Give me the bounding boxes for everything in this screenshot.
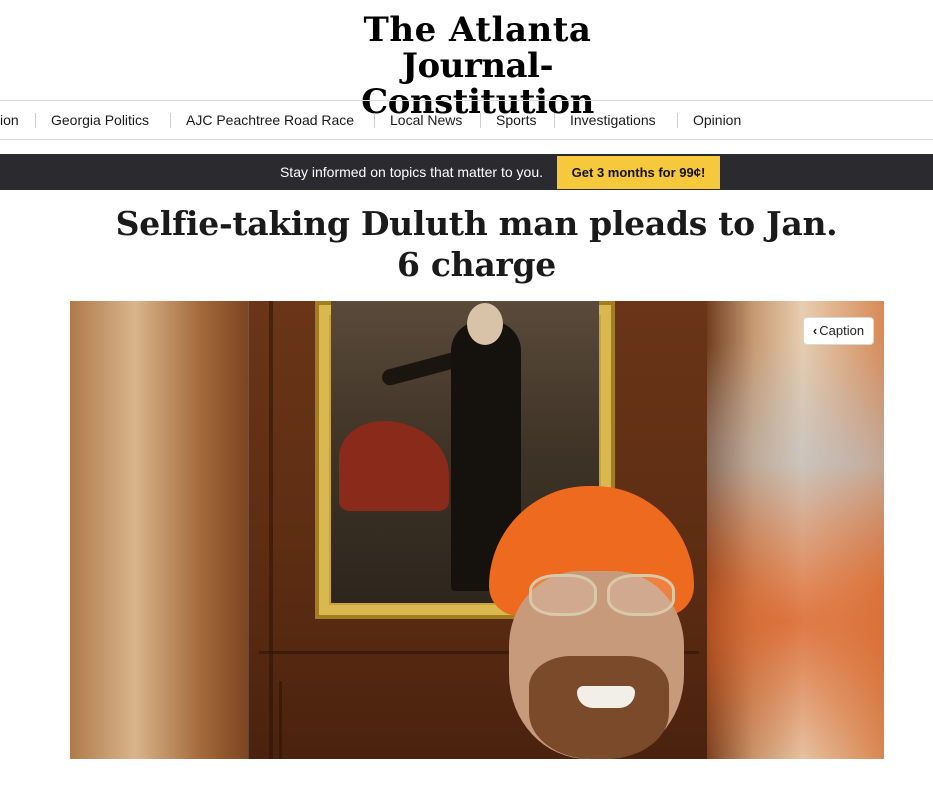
wall-panel-molding xyxy=(279,681,282,759)
nav-divider xyxy=(677,113,678,128)
subject-smile xyxy=(577,686,635,708)
nav-divider xyxy=(374,113,375,128)
nav-item-investigations[interactable]: Investigations xyxy=(570,101,656,139)
painting-head xyxy=(467,303,503,345)
nav-divider xyxy=(554,113,555,128)
caption-button-label: Caption xyxy=(819,323,865,338)
article-headline: Selfie-taking Duluth man pleads to Jan. … xyxy=(115,204,838,284)
subscription-banner: Stay informed on topics that matter to y… xyxy=(0,154,933,190)
nav-item-peachtree-road-race[interactable]: AJC Peachtree Road Race xyxy=(186,101,354,139)
nav-item-opinion[interactable]: Opinion xyxy=(693,101,741,139)
nav-item-sports[interactable]: Sports xyxy=(496,101,536,139)
site-logo[interactable]: The Atlanta Journal-Constitution xyxy=(290,10,665,120)
logo-line-1: The Atlanta xyxy=(363,10,592,50)
selfie-subject xyxy=(489,486,694,759)
nav-item-georgia-politics[interactable]: Georgia Politics xyxy=(51,101,149,139)
nav-item-partial[interactable]: ion xyxy=(0,101,19,139)
painting-drape xyxy=(339,421,449,511)
promo-message-wrap: Stay informed on topics that matter to y… xyxy=(0,154,554,190)
masthead: The Atlanta Journal-Constitution xyxy=(0,0,933,120)
selfie-photo xyxy=(248,301,707,759)
nav-divider xyxy=(35,113,36,128)
nav-divider xyxy=(480,113,481,128)
nav-divider xyxy=(170,113,171,128)
nav-item-local-news[interactable]: Local News xyxy=(390,101,462,139)
lead-image[interactable]: ‹ Caption xyxy=(70,301,884,759)
painting-arm xyxy=(380,350,462,388)
subject-glasses xyxy=(529,574,679,616)
glasses-lens-left xyxy=(529,574,597,616)
subscribe-button[interactable]: Get 3 months for 99¢! xyxy=(557,156,720,189)
glasses-lens-right xyxy=(607,574,675,616)
section-nav: ion Georgia Politics AJC Peachtree Road … xyxy=(0,100,933,140)
promo-message: Stay informed on topics that matter to y… xyxy=(279,164,543,180)
wall-panel-edge xyxy=(269,301,273,759)
caption-button[interactable]: ‹ Caption xyxy=(803,317,874,345)
chevron-left-icon: ‹ xyxy=(812,323,818,338)
